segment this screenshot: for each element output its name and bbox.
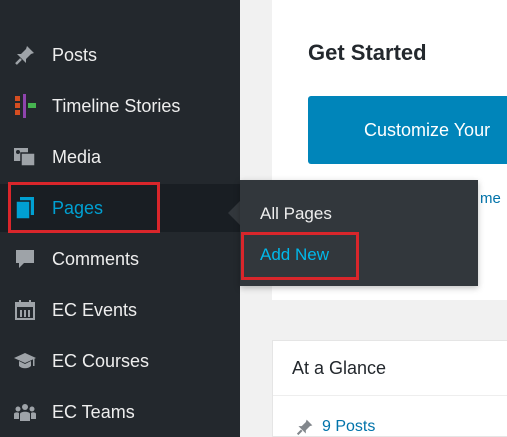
sidebar-item-label: EC Events (52, 299, 138, 320)
sidebar-item-label: Comments (52, 248, 140, 269)
posts-count-label: 9 Posts (322, 418, 376, 435)
sidebar-item-ec-teams[interactable]: EC Teams (0, 388, 240, 436)
pin-icon (296, 418, 314, 436)
sidebar-item-media[interactable]: Media (0, 133, 240, 181)
team-icon (10, 400, 40, 424)
sidebar-item-label: Posts (52, 44, 98, 65)
timeline-icon (10, 94, 40, 118)
sidebar-item-pages[interactable]: Pages (0, 184, 240, 232)
get-started-heading: Get Started (308, 40, 427, 65)
posts-count-link[interactable]: 9 Posts (296, 418, 375, 436)
pages-flyout-submenu: All Pages Add New (240, 180, 478, 286)
sidebar-item-posts[interactable]: Posts (0, 31, 240, 79)
submenu-add-new[interactable]: Add New (260, 245, 329, 265)
sidebar-item-comments[interactable]: Comments (0, 235, 240, 283)
partial-link[interactable]: me (480, 190, 501, 207)
submenu-all-pages[interactable]: All Pages (260, 204, 332, 224)
customize-button[interactable]: Customize Your (308, 96, 507, 164)
calendar-icon (10, 298, 40, 322)
sidebar-item-ec-events[interactable]: EC Events (0, 286, 240, 334)
submenu-arrow (228, 201, 240, 225)
sidebar-item-label: EC Courses (52, 350, 150, 371)
sidebar-item-label: EC Teams (52, 401, 135, 422)
pages-icon (10, 196, 40, 220)
comment-icon (10, 247, 40, 271)
graduation-cap-icon (10, 349, 40, 373)
sidebar-item-label: Pages (52, 197, 104, 218)
pin-icon (10, 43, 40, 67)
admin-sidebar: Posts Timeline Stories Media Pages Comme… (0, 0, 240, 437)
media-icon (10, 145, 40, 169)
sidebar-item-ec-courses[interactable]: EC Courses (0, 337, 240, 385)
sidebar-item-label: Media (52, 146, 102, 167)
divider (273, 395, 507, 396)
at-a-glance-title: At a Glance (292, 358, 387, 378)
sidebar-item-label: Timeline Stories (52, 95, 181, 116)
sidebar-item-timeline-stories[interactable]: Timeline Stories (0, 82, 240, 130)
